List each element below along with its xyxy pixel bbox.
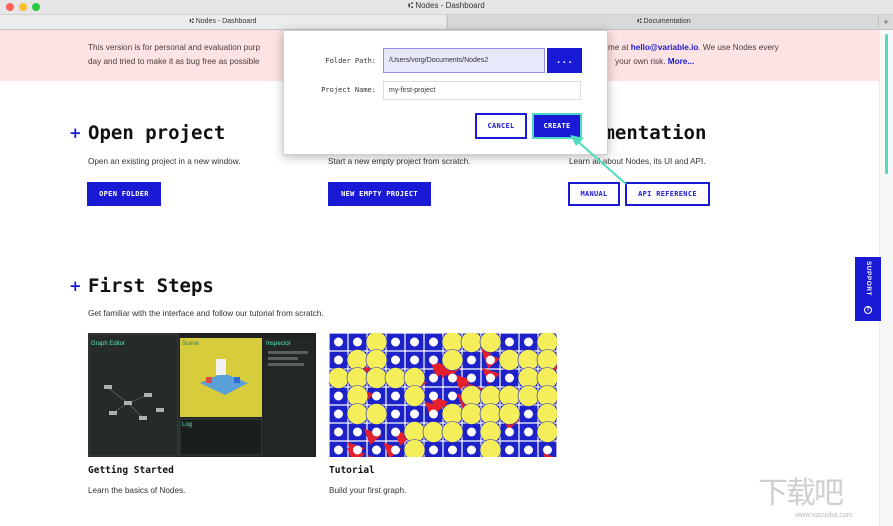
plus-icon: +: [69, 277, 82, 295]
tab-bar: ⑆ Nodes - Dashboard ⑆ Documentation +: [0, 15, 893, 30]
documentation-description: Learn all about Nodes, its UI and API.: [569, 157, 706, 166]
tab-dashboard[interactable]: ⑆ Nodes - Dashboard: [0, 15, 446, 29]
first-steps-heading: First Steps: [88, 275, 214, 297]
inspector-label: Inspector: [266, 341, 291, 347]
scene-label: Scene: [182, 341, 200, 347]
getting-started-description: Learn the basics of Nodes.: [88, 486, 186, 495]
scrollbar-thumb[interactable]: [885, 34, 888, 174]
window-titlebar: ⑆ Nodes - Dashboard: [0, 0, 893, 15]
support-label: SUPPORT: [865, 261, 872, 296]
graph-editor-label: Graph Editor: [91, 341, 125, 347]
plus-icon: +: [69, 124, 82, 142]
manual-button[interactable]: MANUAL: [568, 182, 620, 206]
new-empty-project-button[interactable]: NEW EMPTY PROJECT: [328, 182, 431, 206]
api-reference-button[interactable]: API REFERENCE: [625, 182, 710, 206]
banner-line-2-right: your own risk. More...: [615, 57, 694, 66]
banner-line-2-left: day and tried to make it as bug free as …: [88, 57, 260, 66]
watermark-logo: 下载吧: [758, 476, 844, 511]
cancel-button[interactable]: CANCEL: [475, 113, 527, 139]
tab-dashboard-label: Nodes - Dashboard: [195, 18, 257, 25]
folder-path-input[interactable]: /Users/vorg/Documents/Nodes2: [383, 48, 545, 73]
banner-text: your own risk.: [615, 57, 668, 66]
tab-documentation[interactable]: ⑆ Documentation: [447, 15, 880, 29]
email-link[interactable]: hello@variable.io: [631, 43, 699, 52]
tutorial-description: Build your first graph.: [329, 486, 407, 495]
folder-path-label: Folder Path:: [325, 57, 376, 65]
tutorial-title[interactable]: Tutorial: [329, 465, 375, 476]
banner-text: me at: [608, 43, 631, 52]
new-project-description: Start a new empty project from scratch.: [328, 157, 471, 166]
banner-line-1-left: This version is for personal and evaluat…: [88, 43, 261, 52]
documentation-heading: umentation: [592, 122, 707, 144]
banner-line-1-right: me at hello@variable.io. We use Nodes ev…: [608, 43, 779, 52]
window-title: ⑆ Nodes - Dashboard: [0, 1, 893, 10]
window-title-text: Nodes - Dashboard: [415, 1, 485, 10]
getting-started-thumbnail[interactable]: Graph Editor Scene Log Inspector: [88, 333, 316, 457]
first-steps-description: Get familiar with the interface and foll…: [88, 309, 324, 318]
open-folder-button[interactable]: OPEN FOLDER: [87, 182, 161, 206]
project-name-input[interactable]: my-first-project: [383, 81, 581, 100]
getting-started-title[interactable]: Getting Started: [88, 465, 174, 476]
project-name-label: Project Name:: [321, 86, 376, 94]
help-circle-icon: ?: [864, 306, 872, 314]
open-project-description: Open an existing project in a new window…: [88, 157, 241, 166]
create-button[interactable]: CREATE: [532, 113, 582, 139]
browse-folder-button[interactable]: ...: [547, 48, 582, 73]
new-project-dialog: Folder Path: /Users/vorg/Documents/Nodes…: [283, 30, 608, 155]
support-button[interactable]: SUPPORT ?: [855, 257, 881, 321]
more-link[interactable]: More...: [668, 57, 694, 66]
banner-text: . We use Nodes every: [698, 43, 779, 52]
tab-documentation-label: Documentation: [643, 18, 691, 25]
new-tab-button[interactable]: +: [878, 15, 893, 29]
log-label: Log: [182, 422, 192, 428]
watermark-url: www.xiazaiba.com: [795, 512, 853, 519]
tutorial-thumbnail[interactable]: [329, 333, 557, 457]
open-project-heading: Open project: [88, 122, 226, 144]
